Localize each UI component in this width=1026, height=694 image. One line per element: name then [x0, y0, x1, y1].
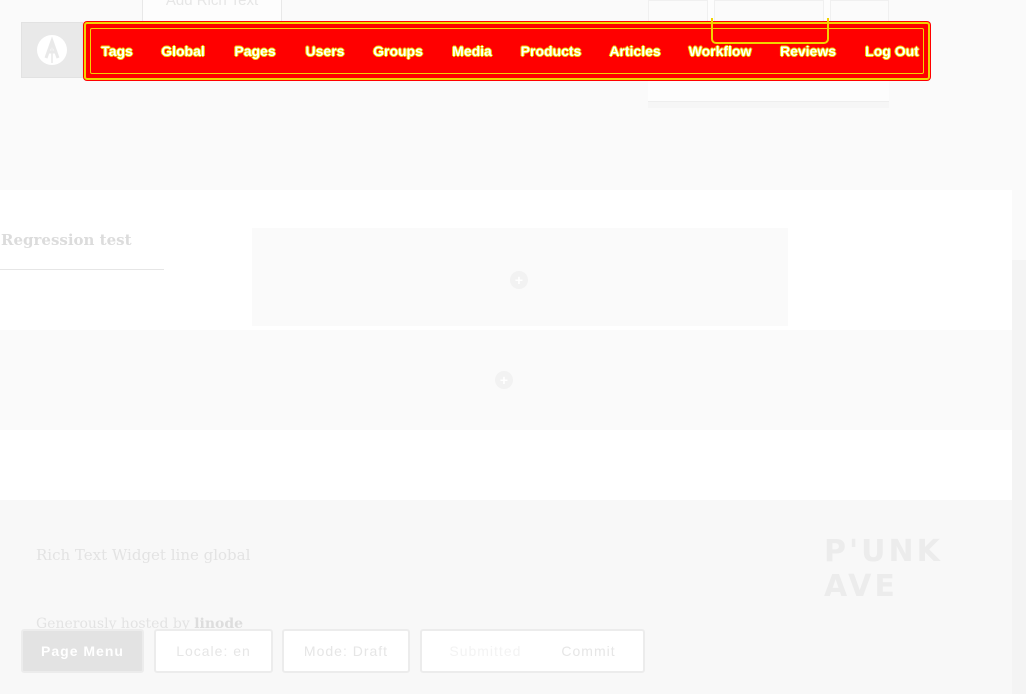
admin-bar-item-users[interactable]: Users — [306, 24, 345, 78]
admin-bar-item-log-out[interactable]: Log Out — [865, 24, 919, 78]
admin-bar-item-workflow[interactable]: Workflow — [689, 24, 752, 78]
punkave-logo[interactable]: P'UNK AVE — [824, 534, 1026, 604]
admin-bar-item-global[interactable]: Global — [161, 24, 205, 78]
locale-button[interactable]: Locale: en — [154, 629, 273, 673]
logo-mark — [37, 35, 67, 65]
admin-bar-item-media[interactable]: Media — [452, 24, 492, 78]
admin-bar-item-reviews[interactable]: Reviews — [780, 24, 836, 78]
title-underline — [0, 269, 164, 270]
plus-icon[interactable]: + — [510, 271, 528, 289]
page: Add Rich Text Tags Global Pages Users Gr… — [0, 0, 1026, 694]
submitted-button[interactable]: Submitted — [429, 631, 541, 671]
apostrophe-logo-icon[interactable] — [21, 22, 83, 78]
workflow-button-group: Submitted Commit — [420, 629, 645, 673]
admin-bar-item-groups[interactable]: Groups — [373, 24, 423, 78]
admin-bar: Tags Global Pages Users Groups Media Pro… — [84, 18, 930, 80]
scrollbar[interactable] — [1012, 260, 1026, 694]
plus-icon[interactable]: + — [495, 371, 513, 389]
mode-button[interactable]: Mode: Draft — [282, 629, 410, 673]
commit-button[interactable]: Commit — [541, 631, 635, 671]
admin-bar-item-tags[interactable]: Tags — [101, 24, 133, 78]
admin-bar-item-products[interactable]: Products — [521, 24, 582, 78]
page-menu-button[interactable]: Page Menu — [21, 629, 144, 673]
admin-bar-item-pages[interactable]: Pages — [234, 24, 275, 78]
add-rich-text-button[interactable]: Add Rich Text — [142, 0, 282, 24]
footer-rich-text: Rich Text Widget line global — [36, 546, 251, 564]
spacer-band — [0, 430, 1012, 500]
admin-bar-item-articles[interactable]: Articles — [609, 24, 660, 78]
section-title: Regression test — [1, 231, 132, 249]
